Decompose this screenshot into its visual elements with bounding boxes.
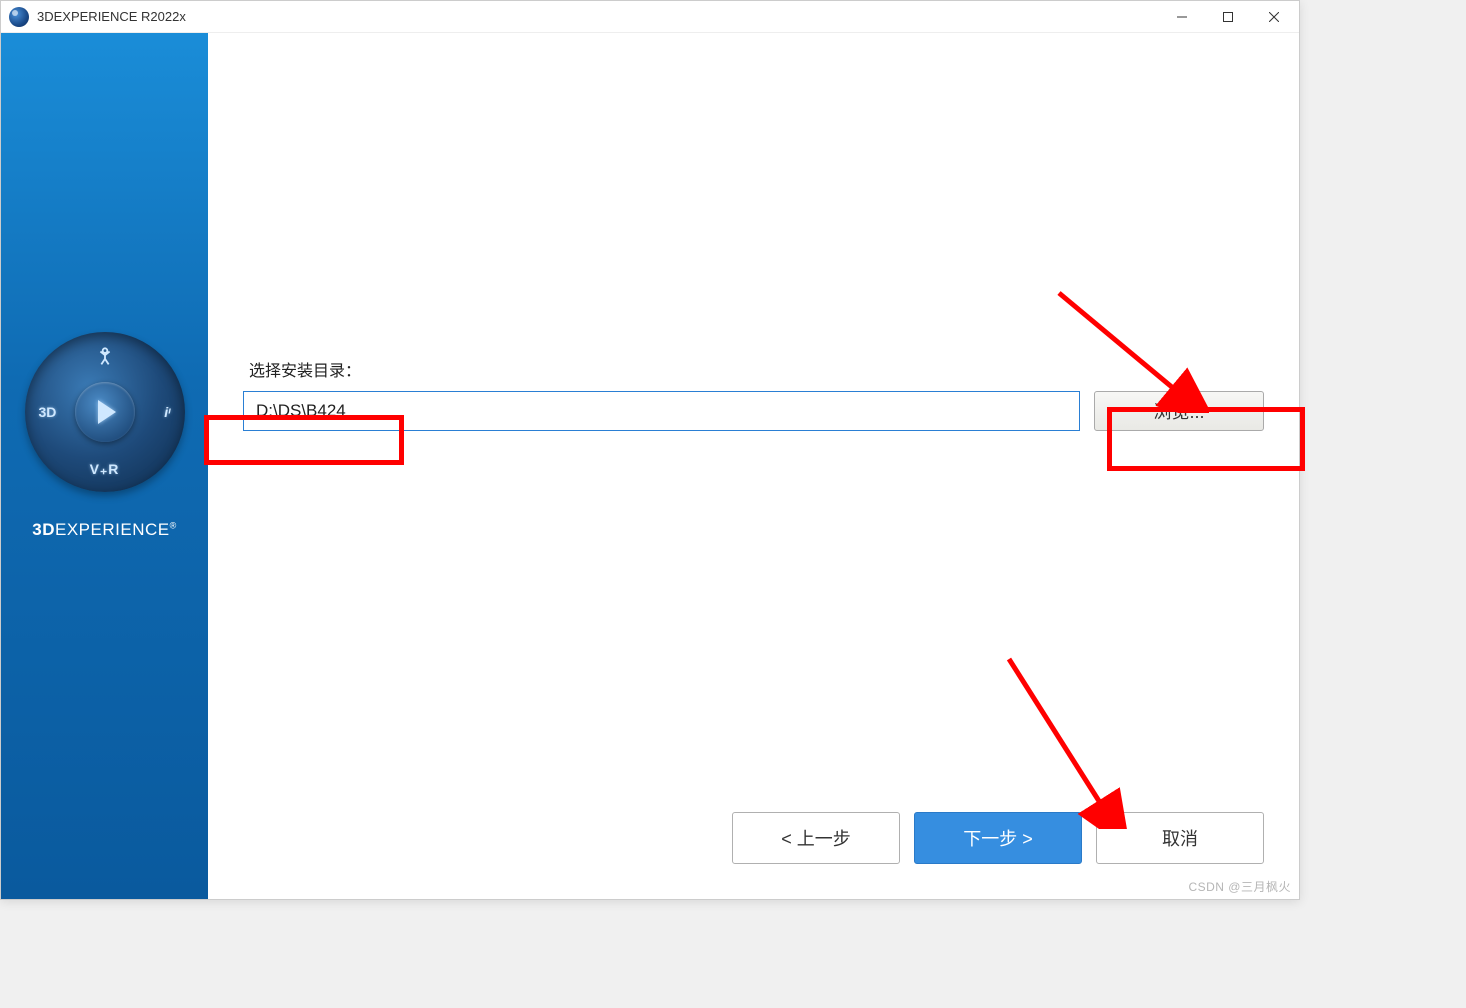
main-panel: 选择安装目录： 浏览... < 上一步 下一步 > 取消 [208,33,1299,899]
titlebar: 3DEXPERIENCE R2022x [1,1,1299,33]
watermark: CSDN @三月枫火 [1188,878,1291,895]
close-icon [1269,12,1279,22]
compass-play-icon [75,382,135,442]
brand-text: 3DEXPERIENCE® [32,520,176,540]
browse-button[interactable]: 浏览... [1094,391,1264,431]
install-dir-row: 浏览... [243,391,1264,431]
compass-logo: V₊R 3D iᶦ [25,332,185,492]
maximize-icon [1223,12,1233,22]
compass-east-label: iᶦ [164,404,170,420]
next-button[interactable]: 下一步 > [914,812,1082,864]
minimize-button[interactable] [1159,1,1205,32]
back-button[interactable]: < 上一步 [732,812,900,864]
brand-mark: ® [170,520,177,530]
body-area: V₊R 3D iᶦ 3DEXPERIENCE® 选择安装目录： 浏览... [1,33,1299,899]
content-area: 选择安装目录： 浏览... [243,68,1264,800]
compass-ring: V₊R 3D iᶦ [25,332,185,492]
app-icon [9,7,29,27]
compass-north-icon [94,346,116,368]
wizard-footer: < 上一步 下一步 > 取消 [243,800,1264,864]
installer-window: 3DEXPERIENCE R2022x [0,0,1300,900]
window-title: 3DEXPERIENCE R2022x [37,9,1159,24]
maximize-button[interactable] [1205,1,1251,32]
close-button[interactable] [1251,1,1297,32]
install-dir-label: 选择安装目录： [249,357,1264,381]
minimize-icon [1177,12,1187,22]
compass-south-label: V₊R [90,461,120,478]
window-controls [1159,1,1297,32]
cancel-button[interactable]: 取消 [1096,812,1264,864]
brand-suffix: EXPERIENCE [55,520,170,539]
compass-west-label: 3D [39,404,57,420]
install-dir-input[interactable] [243,391,1080,431]
sidebar: V₊R 3D iᶦ 3DEXPERIENCE® [1,33,208,899]
brand-prefix: 3D [32,520,55,539]
